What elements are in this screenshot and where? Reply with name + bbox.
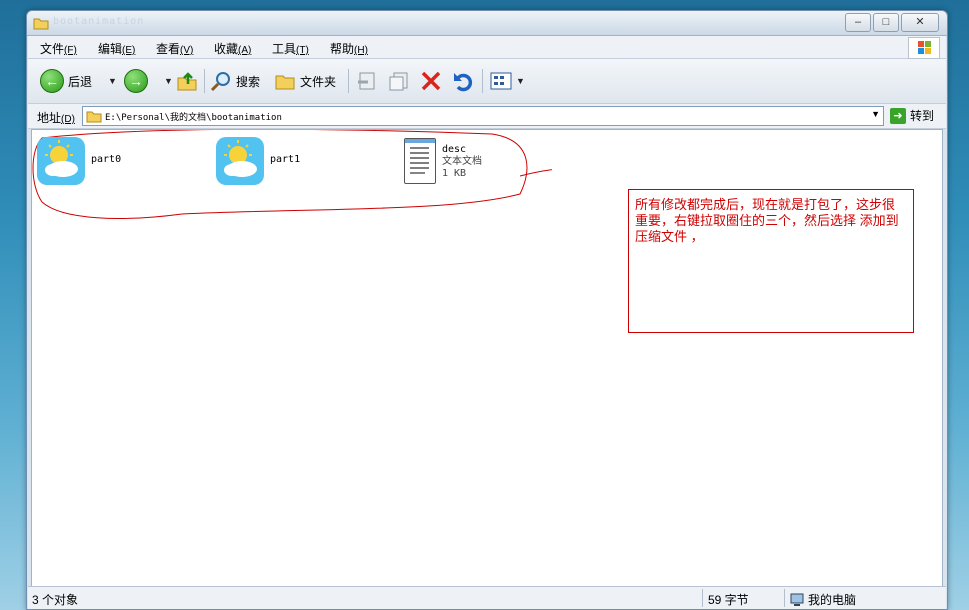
status-size: 59 字节: [708, 593, 749, 607]
up-folder-icon: [177, 72, 197, 91]
go-arrow-icon: ➜: [890, 107, 906, 124]
file-item-part1[interactable]: part1: [216, 137, 300, 185]
baidu-watermark: Baidu经验: [742, 508, 920, 548]
close-button[interactable]: ✕: [901, 13, 939, 32]
maximize-button[interactable]: □: [873, 13, 899, 32]
file-item-part0[interactable]: part0: [37, 137, 121, 185]
menu-help[interactable]: 帮助(H): [330, 40, 368, 57]
views-button[interactable]: ▼: [490, 68, 525, 94]
copy-to-icon: [389, 72, 408, 91]
toolbar: ← 后退 ▼ → ▼ 搜索 文件夹 ▼: [28, 59, 946, 104]
weather-folder-icon: [216, 137, 264, 185]
menu-file[interactable]: 文件(F): [40, 40, 77, 57]
menu-favorites[interactable]: 收藏(A): [214, 40, 251, 57]
search-icon: [210, 72, 230, 92]
title-bar[interactable]: bootanimation – □ ✕: [27, 11, 947, 36]
back-dropdown-icon[interactable]: ▼: [108, 76, 117, 86]
window-title: bootanimation: [53, 16, 145, 27]
folders-button[interactable]: 文件夹: [274, 68, 336, 94]
back-button[interactable]: ← 后退 ▼: [40, 68, 117, 94]
address-dropdown-icon[interactable]: ▼: [871, 109, 880, 119]
forward-arrow-icon: →: [124, 69, 148, 93]
menu-edit[interactable]: 编辑(E): [98, 40, 135, 57]
windows-logo-icon: [908, 37, 940, 59]
text-document-icon: [404, 138, 436, 184]
folder-icon: [86, 111, 102, 123]
weather-folder-icon: [37, 137, 85, 185]
address-input[interactable]: E:\Personal\我的文档\bootanimation ▼: [82, 106, 884, 126]
go-button[interactable]: ➜ 转到: [890, 107, 934, 124]
status-bar: 3 个对象 59 字节 我的电脑: [28, 586, 946, 609]
folder-icon: [33, 16, 49, 33]
forward-button[interactable]: → ▼: [124, 68, 173, 94]
annotation-note: 所有修改都完成后，现在就是打包了，这步很重要，右键拉取圈住的三个，然后选择 添加…: [628, 189, 914, 333]
move-to-button[interactable]: [356, 68, 378, 94]
delete-icon: [421, 71, 441, 91]
minimize-button[interactable]: –: [845, 13, 871, 32]
copy-to-button[interactable]: [388, 68, 410, 94]
baidu-watermark-url: jingyan.baidu.com: [752, 566, 882, 582]
menu-bar: 文件(F) 编辑(E) 查看(V) 收藏(A) 工具(T) 帮助(H): [28, 36, 946, 59]
file-item-desc[interactable]: desc 文本文档 1 KB: [398, 138, 482, 184]
undo-icon: [454, 73, 473, 92]
forward-dropdown-icon[interactable]: ▼: [164, 76, 173, 86]
status-location: 我的电脑: [790, 591, 856, 608]
views-dropdown-icon[interactable]: ▼: [516, 76, 525, 86]
delete-button[interactable]: [420, 68, 442, 94]
back-arrow-icon: ←: [40, 69, 64, 93]
menu-tools[interactable]: 工具(T): [272, 40, 309, 57]
move-to-icon: [358, 72, 375, 90]
up-folder-button[interactable]: [176, 68, 198, 94]
computer-icon: [790, 593, 804, 606]
menu-view[interactable]: 查看(V): [156, 40, 193, 57]
search-button[interactable]: 搜索: [210, 68, 260, 94]
address-label: 地址(D): [37, 111, 75, 125]
status-object-count: 3 个对象: [32, 593, 79, 607]
undo-button[interactable]: [452, 68, 474, 94]
address-bar: 地址(D) E:\Personal\我的文档\bootanimation ▼ ➜…: [28, 104, 946, 129]
views-icon: [490, 72, 512, 90]
folders-icon: [275, 75, 295, 90]
